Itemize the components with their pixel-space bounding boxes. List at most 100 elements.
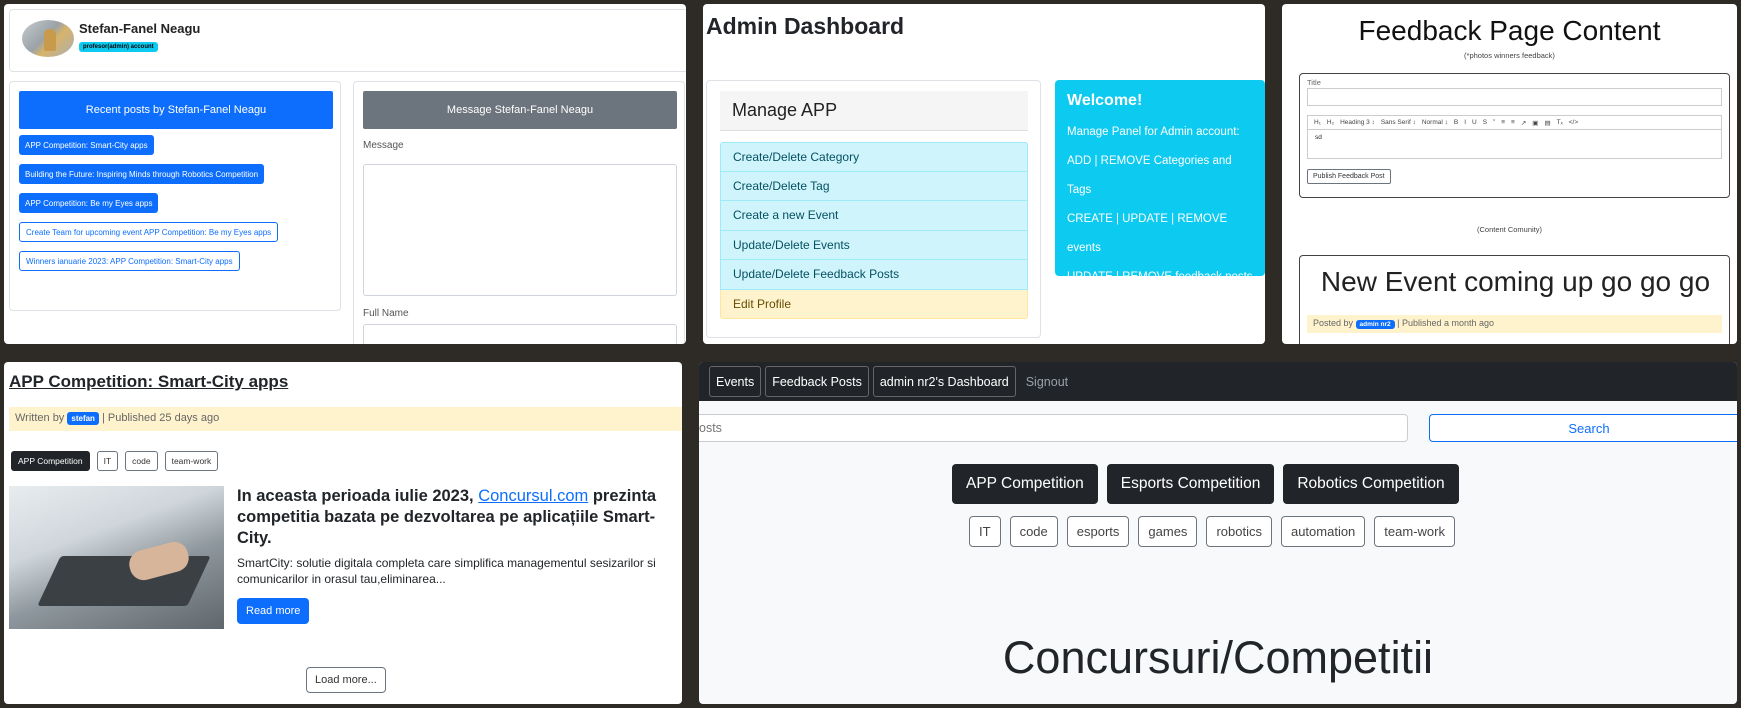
category-button[interactable]: Robotics Competition [1283,464,1459,504]
tag-button[interactable]: APP Competition [11,451,90,471]
welcome-card: Welcome! Manage Panel for Admin account:… [1055,80,1265,312]
toolbar-button[interactable]: ↗ [1521,119,1526,127]
manage-item[interactable]: Update/Delete Events [720,230,1028,260]
tag-button[interactable]: esports [1066,516,1130,547]
profile-name: Stefan-Fanel Neagu [79,21,201,36]
welcome-line: EDIT your profile [1067,300,1154,312]
recent-post-button[interactable]: Winners ianuarie 2023: APP Competition: … [19,251,240,271]
admin-dashboard-title: Admin Dashboard [706,13,905,39]
manage-item[interactable]: Create/Delete Category [720,142,1028,172]
feedback-subtitle: (*photos winners feedback) [1464,51,1555,60]
toolbar-button[interactable]: U [1472,119,1477,126]
tag-button[interactable]: IT [969,516,1001,547]
manage-item[interactable]: Create a new Event [720,201,1028,231]
toolbar-button[interactable]: Normal ↕ [1422,119,1448,126]
toolbar-button[interactable]: S [1483,119,1487,126]
fullname-label: Full Name [363,308,409,319]
post-body: In aceasta perioada iulie 2023, Concursu… [237,486,677,587]
toolbar-button[interactable]: ▣ [1532,119,1538,127]
manage-title: Manage APP [720,91,1028,131]
recent-post-button[interactable]: Create Team for upcoming event APP Compe… [19,222,279,242]
tag-button[interactable]: robotics [1206,516,1272,547]
manage-item[interactable]: Create/Delete Tag [720,171,1028,201]
welcome-line: UPDATE | REMOVE feedback posts [1067,271,1253,283]
posted-by-label: Posted by [1313,318,1354,328]
tag-button[interactable]: IT [96,451,119,471]
toolbar-button[interactable]: </> [1569,119,1578,126]
post-title-link[interactable]: APP Competition: Smart-City apps [9,372,288,392]
competitions-heading: Concursuri/Competitii [1002,632,1434,683]
manage-item[interactable]: Update/Delete Feedback Posts [720,260,1028,290]
feedback-title: Feedback Page Content [1358,15,1661,46]
tag-button[interactable]: team-work [164,451,219,471]
category-button[interactable]: Esports Competition [1106,464,1275,504]
manage-item[interactable]: Edit Profile [720,289,1028,319]
nav-item[interactable]: admin nr2's Dashboard [872,366,1016,397]
title-label: Title [1307,78,1321,87]
message-label: Message [363,140,404,151]
avatar [22,20,74,57]
welcome-lines: Manage Panel for Admin account: ADD | REM… [1067,118,1253,321]
community-label: (Content Comunity) [1476,225,1543,234]
post-panel: APP Competition: Smart-City apps Written… [4,362,682,704]
category-button[interactable]: APP Competition [952,464,1098,504]
recent-post-button[interactable]: APP Competition: Smart-City apps [19,135,154,155]
toolbar-button[interactable]: ” [1493,119,1495,126]
tag-button[interactable]: games [1138,516,1198,547]
nav-item[interactable]: Feedback Posts [765,366,869,397]
toolbar-button[interactable]: I [1464,119,1466,126]
search-input[interactable] [699,414,1408,442]
competitions-panel: Events Feedback Posts admin nr2's Dashboar… [699,362,1737,704]
toolbar-button[interactable]: ≡ [1501,119,1505,126]
post-meta: Written by stefan | Published 25 days ag… [9,407,682,431]
toolbar-button[interactable]: Sans Serif ↕ [1381,119,1416,126]
post-tags: APP Competition IT code team-work [11,451,219,471]
message-card: Message Stefan-Fanel Neagu Message Full … [353,81,685,344]
toolbar-button[interactable]: H₁ [1314,119,1321,126]
tag-button[interactable]: code [125,451,158,471]
published-label: | Published 25 days ago [102,412,220,424]
tag-button[interactable]: automation [1280,516,1366,547]
manage-card: Manage APP Create/Delete Category Create/… [706,80,1041,338]
feedback-panel: Feedback Page Content (*photos winners f… [1282,4,1737,344]
load-more-button[interactable]: Load more... [306,667,386,693]
recent-posts-card: Recent posts by Stefan-Fanel Neagu APP C… [9,81,341,311]
toolbar-button[interactable]: Tₓ [1557,119,1563,126]
toolbar-button[interactable]: ▤ [1544,119,1550,127]
editor-toolbar: H₁ H₂ Heading 3 ↕ Sans Serif ↕ Normal ↕ B I U S ”… [1307,115,1722,130]
tag-button[interactable]: code [1009,516,1058,547]
event-meta: Posted by admin nr2 | Published a month … [1307,315,1722,333]
author-badge[interactable]: admin nr2 [1355,320,1395,329]
search-button[interactable]: Search [1429,414,1737,442]
toolbar-button[interactable]: Heading 3 ↕ [1340,119,1375,126]
nav-item[interactable]: Events [709,366,762,397]
nav-item[interactable]: Signout [1020,366,1074,397]
profile-header: Stefan-Fanel Neagu profesor(admin) accou… [9,9,686,72]
welcome-line: Manage Panel for Admin account: [1067,126,1240,138]
toolbar-button[interactable]: H₂ [1327,119,1334,126]
published-label: | Published a month ago [1397,318,1495,328]
message-title: Message Stefan-Fanel Neagu [363,91,677,129]
title-input[interactable] [1307,88,1722,106]
read-more-button[interactable]: Read more [237,598,310,624]
toolbar-button[interactable]: B [1454,119,1458,126]
toolbar-button[interactable]: ≡ [1511,119,1515,126]
welcome-line: ADD | REMOVE Categories and Tags [1067,155,1232,196]
event-title: New Event coming up go go go [1320,266,1711,297]
welcome-title: Welcome! [1067,92,1143,109]
message-textarea[interactable] [363,164,677,296]
concursul-link[interactable]: Concursul.com [478,487,588,505]
post-excerpt: SmartCity: solutie digitala completa car… [237,556,656,586]
editor-content[interactable]: sd [1307,129,1722,159]
recent-post-button[interactable]: Building the Future: Inspiring Minds thr… [19,164,265,184]
tag-button[interactable]: team-work [1374,516,1455,547]
tag-buttons: IT code esports games robotics automation team… [969,516,1455,547]
recent-posts-title: Recent posts by Stefan-Fanel Neagu [19,91,333,129]
publish-feedback-button[interactable]: Publish Feedback Post [1307,169,1391,184]
recent-post-button[interactable]: APP Competition: Be my Eyes apps [19,193,159,213]
fullname-input[interactable] [363,324,677,344]
profile-panel: Stefan-Fanel Neagu profesor(admin) accou… [4,4,686,344]
author-badge[interactable]: stefan [67,412,99,425]
post-heading-pre: In aceasta perioada iulie 2023, [237,487,479,505]
category-buttons: APP Competition Esports Competition Roboti… [952,464,1459,504]
